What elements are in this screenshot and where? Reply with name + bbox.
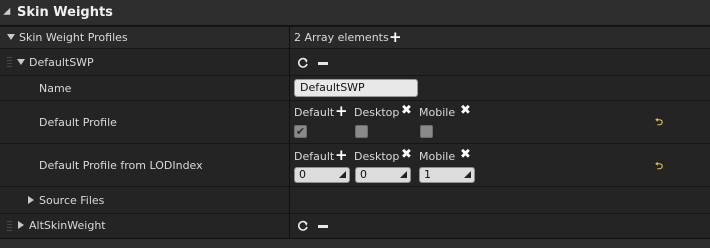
add-platform-icon[interactable]: + bbox=[335, 104, 348, 119]
desktop-checkbox[interactable] bbox=[355, 125, 368, 138]
reset-icon[interactable] bbox=[297, 220, 309, 232]
remove-element-icon[interactable] bbox=[318, 62, 328, 65]
default-checkbox[interactable]: ✔ bbox=[294, 125, 307, 138]
platform-label-mobile: Mobile bbox=[419, 150, 456, 163]
spin-handle-icon bbox=[400, 171, 407, 178]
revert-icon[interactable]: ⮌ bbox=[655, 159, 663, 176]
expand-arrow-icon[interactable] bbox=[28, 196, 34, 204]
spin-handle-icon bbox=[464, 171, 471, 178]
section-title: Skin Weights bbox=[17, 5, 113, 20]
element-label: AltSkinWeight bbox=[29, 219, 106, 232]
platform-label-desktop: Desktop bbox=[354, 150, 400, 163]
lod-default-input[interactable]: 0 bbox=[294, 167, 350, 183]
platform-label-default: Default bbox=[294, 106, 335, 119]
element-row bbox=[0, 214, 710, 238]
platform-label-default: Default bbox=[294, 150, 335, 163]
expand-arrow-icon[interactable] bbox=[18, 221, 24, 229]
profiles-label: Skin Weight Profiles bbox=[19, 31, 128, 44]
lod-default-value: 0 bbox=[299, 168, 306, 181]
platform-label-mobile: Mobile bbox=[419, 106, 456, 119]
drag-handle-icon[interactable] bbox=[7, 56, 12, 68]
lod-desktop-input[interactable]: 0 bbox=[355, 167, 411, 183]
add-element-icon[interactable]: + bbox=[389, 30, 402, 45]
lod-mobile-input[interactable]: 1 bbox=[419, 167, 475, 183]
expand-arrow-icon[interactable] bbox=[7, 34, 15, 40]
next-section-header[interactable] bbox=[0, 238, 710, 248]
mobile-checkbox[interactable] bbox=[420, 125, 433, 138]
name-label: Name bbox=[39, 82, 72, 95]
add-platform-icon[interactable]: + bbox=[335, 148, 348, 163]
remove-mobile-icon[interactable]: ✖ bbox=[460, 104, 471, 117]
remove-element-icon[interactable] bbox=[318, 225, 328, 228]
element-label: DefaultSWP bbox=[29, 56, 94, 69]
drag-handle-icon[interactable] bbox=[7, 220, 12, 232]
platform-label-desktop: Desktop bbox=[354, 106, 400, 119]
expand-arrow-icon[interactable] bbox=[17, 59, 25, 65]
lod-label: Default Profile from LODIndex bbox=[39, 159, 203, 172]
remove-mobile-icon[interactable]: ✖ bbox=[460, 148, 471, 161]
column-divider[interactable] bbox=[289, 26, 290, 238]
remove-desktop-icon[interactable]: ✖ bbox=[401, 104, 412, 117]
spin-handle-icon bbox=[339, 171, 346, 178]
reset-icon[interactable] bbox=[297, 57, 309, 69]
array-count: 2 Array elements bbox=[294, 31, 389, 44]
lod-mobile-value: 1 bbox=[424, 168, 431, 181]
source-files-label: Source Files bbox=[39, 194, 105, 207]
lod-desktop-value: 0 bbox=[360, 168, 367, 181]
revert-icon[interactable]: ⮌ bbox=[655, 115, 663, 132]
remove-desktop-icon[interactable]: ✖ bbox=[401, 148, 412, 161]
name-field[interactable]: DefaultSWP bbox=[294, 79, 418, 97]
default-profile-label: Default Profile bbox=[39, 116, 117, 129]
element-row bbox=[0, 49, 710, 75]
source-files-row bbox=[0, 187, 710, 213]
